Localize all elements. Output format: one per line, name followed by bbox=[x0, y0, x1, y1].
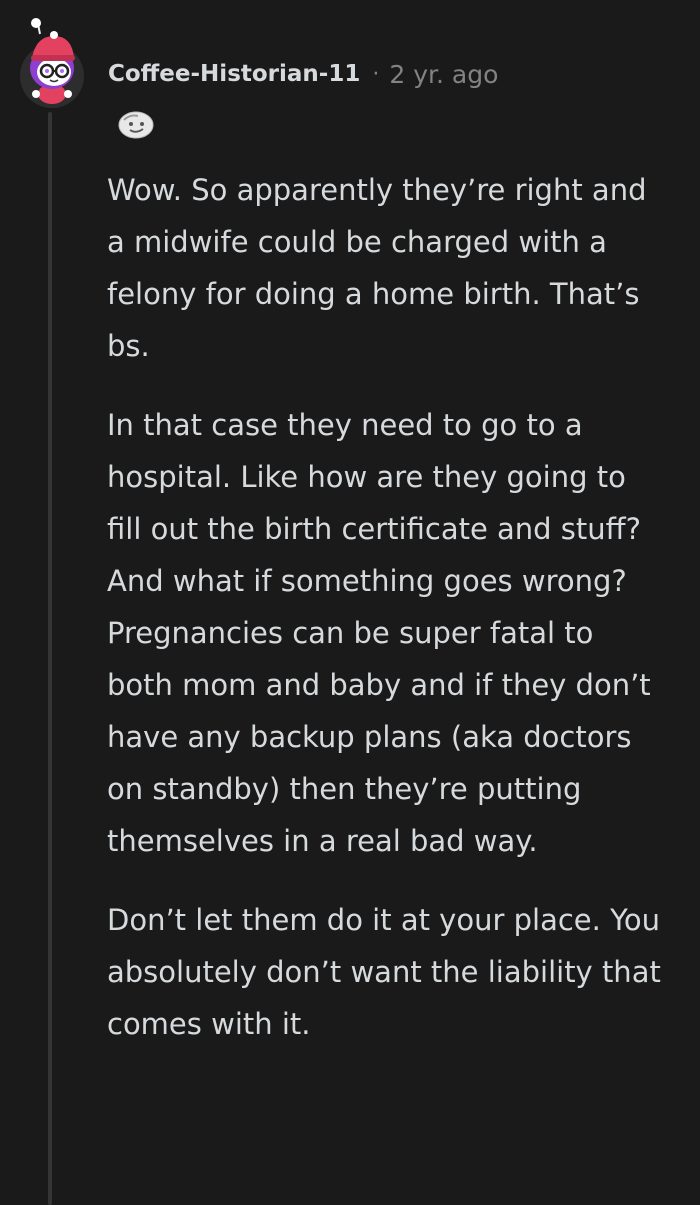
comment-meta: Coffee-Historian-11 · 2 yr. ago bbox=[108, 54, 498, 94]
thread-collapse-line[interactable] bbox=[48, 112, 52, 1205]
author-username[interactable]: Coffee-Historian-11 bbox=[108, 61, 360, 87]
snoo-avatar-icon bbox=[20, 18, 84, 108]
comment: Coffee-Historian-11 · 2 yr. ago Wow. So … bbox=[0, 0, 700, 1205]
comment-timestamp[interactable]: 2 yr. ago bbox=[389, 60, 498, 89]
comment-paragraph: Wow. So apparently they’re right and a m… bbox=[107, 173, 647, 363]
comment-paragraph: Don’t let them do it at your place. You … bbox=[107, 903, 661, 1041]
user-avatar[interactable] bbox=[14, 8, 94, 108]
user-flair bbox=[114, 106, 158, 140]
flair-emoji-icon bbox=[118, 111, 154, 139]
meta-separator: · bbox=[372, 61, 380, 87]
comment-body: Wow. So apparently they’re right and a m… bbox=[107, 164, 667, 1077]
comment-paragraph: In that case they need to go to a hospit… bbox=[107, 408, 651, 858]
